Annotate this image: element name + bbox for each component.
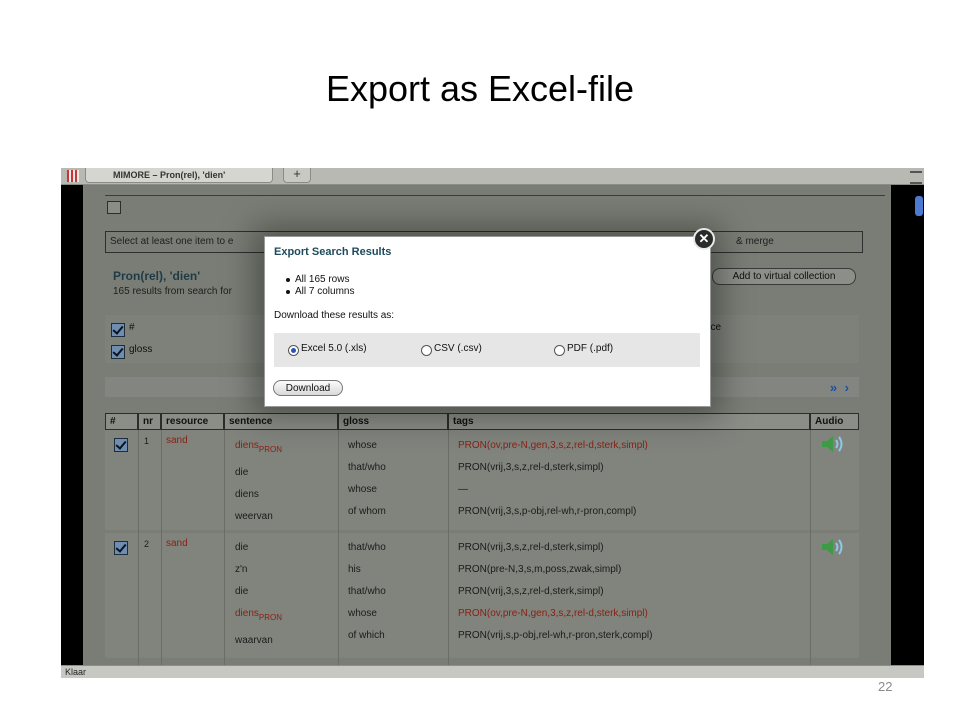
tag-label: PRON(vrij,3,s,p-obj,rel-wh,r-pron,compl) — [458, 506, 637, 517]
browser-screenshot: MIMORE – Pron(rel), 'dien' + Select at l… — [61, 168, 924, 678]
format-options: Excel 5.0 (.xls) CSV (.csv) PDF (.pdf) — [274, 333, 700, 367]
tag-label: PRON(ov,pre-N,gen,3,s,z,rel-d,sterk,simp… — [458, 440, 648, 451]
list-item: All 165 rows — [285, 274, 354, 286]
gloss-word: that/who — [348, 462, 386, 473]
export-dialog: Export Search Results All 165 rows All 7… — [264, 236, 711, 407]
slide-title: Export as Excel-file — [325, 68, 635, 109]
tab-bar: MIMORE – Pron(rel), 'dien' + — [61, 168, 924, 185]
gloss-word: that/who — [348, 586, 386, 597]
column-divider — [448, 430, 449, 678]
column-divider — [161, 430, 162, 678]
gloss-word: whose — [348, 440, 377, 451]
sentence-word: die — [235, 586, 249, 597]
col-header-select: # — [105, 413, 138, 430]
radio-csv[interactable] — [421, 345, 432, 356]
next-page-icon[interactable]: » › — [830, 380, 851, 395]
status-bar: Klaar — [61, 665, 924, 678]
column-label-number: # — [129, 322, 135, 333]
row-nr: 2 — [144, 539, 150, 549]
add-to-virtual-collection-button[interactable]: Add to virtual collection — [712, 268, 856, 285]
tag-label: PRON(vrij,3,s,z,rel-d,sterk,simpl) — [458, 586, 604, 597]
dialog-title: Export Search Results — [274, 246, 392, 258]
result-subtitle: 165 results from search for — [113, 286, 232, 297]
column-label-gloss: gloss — [129, 344, 153, 355]
export-summary-list: All 165 rows All 7 columns — [285, 274, 355, 298]
gloss-word: whose — [348, 608, 377, 619]
gloss-word: whose — [348, 484, 377, 495]
sentence-word: die — [235, 542, 249, 553]
row-resource[interactable]: sand — [166, 538, 188, 549]
column-divider — [138, 430, 139, 678]
list-item: All 7 columns — [285, 286, 355, 297]
tag-label: PRON(vrij,3,s,z,rel-d,sterk,simpl) — [458, 542, 604, 553]
format-label-excel[interactable]: Excel 5.0 (.xls) — [301, 343, 367, 354]
column-checkbox-number[interactable] — [111, 323, 125, 337]
table-row: 2 sand die z'n die diensPRON waarvan tha… — [105, 533, 859, 658]
menu-icon[interactable] — [910, 171, 922, 184]
app-icon — [67, 170, 79, 182]
radio-pdf[interactable] — [554, 345, 565, 356]
copy-icon[interactable] — [107, 201, 121, 214]
column-checkbox-gloss[interactable] — [111, 345, 125, 359]
new-tab-button[interactable]: + — [283, 168, 311, 183]
col-header-gloss: gloss — [338, 413, 448, 430]
tag-label: — — [458, 484, 468, 495]
speaker-icon[interactable] — [821, 538, 847, 556]
sentence-word: weervan — [235, 511, 273, 522]
column-divider — [338, 430, 339, 678]
info-text: Select at least one item to e — [110, 236, 234, 247]
download-button[interactable]: Download — [273, 380, 343, 396]
sentence-word: die — [235, 467, 249, 478]
browser-tab[interactable]: MIMORE – Pron(rel), 'dien' — [85, 168, 273, 183]
sentence-word: diens — [235, 489, 259, 500]
result-title: Pron(rel), 'dien' — [113, 269, 201, 283]
page-number: 22 — [878, 679, 893, 694]
row-checkbox[interactable] — [114, 541, 128, 555]
col-header-tags: tags — [448, 413, 810, 430]
col-header-resource: resource — [161, 413, 224, 430]
gloss-word: of whom — [348, 506, 386, 517]
scrollbar-thumb[interactable] — [915, 196, 923, 216]
format-label-csv[interactable]: CSV (.csv) — [434, 343, 482, 354]
column-divider — [224, 430, 225, 678]
divider — [105, 195, 885, 196]
speaker-icon[interactable] — [821, 435, 847, 453]
tag-label: PRON(vrij,3,s,z,rel-d,sterk,simpl) — [458, 462, 604, 473]
close-icon[interactable]: ✕ — [693, 228, 715, 250]
tag-label: PRON(vrij,s,p-obj,rel-wh,r-pron,sterk,co… — [458, 630, 653, 641]
info-text-right: & merge — [736, 236, 774, 247]
col-header-nr: nr — [138, 413, 161, 430]
tag-label: PRON(pre-N,3,s,m,poss,zwak,simpl) — [458, 564, 622, 575]
left-margin — [61, 185, 83, 665]
row-nr: 1 — [144, 436, 150, 446]
column-divider — [810, 430, 811, 678]
radio-excel[interactable] — [288, 345, 299, 356]
row-resource[interactable]: sand — [166, 435, 188, 446]
gloss-word: his — [348, 564, 361, 575]
tag-label: PRON(ov,pre-N,gen,3,s,z,rel-d,sterk,simp… — [458, 608, 648, 619]
sentence-word: waarvan — [235, 635, 273, 646]
right-margin — [891, 185, 924, 665]
format-label-pdf[interactable]: PDF (.pdf) — [567, 343, 613, 354]
row-checkbox[interactable] — [114, 438, 128, 452]
table-row: 1 sand diensPRON die diens weervan whose… — [105, 430, 859, 530]
sentence-word: diensPRON — [235, 608, 283, 622]
gloss-word: that/who — [348, 542, 386, 553]
sentence-word: diensPRON — [235, 440, 283, 454]
download-prompt: Download these results as: — [274, 310, 395, 321]
col-header-sentence: sentence — [224, 413, 338, 430]
col-header-audio: Audio — [810, 413, 859, 430]
sentence-word: z'n — [235, 564, 248, 575]
gloss-word: of which — [348, 630, 385, 641]
